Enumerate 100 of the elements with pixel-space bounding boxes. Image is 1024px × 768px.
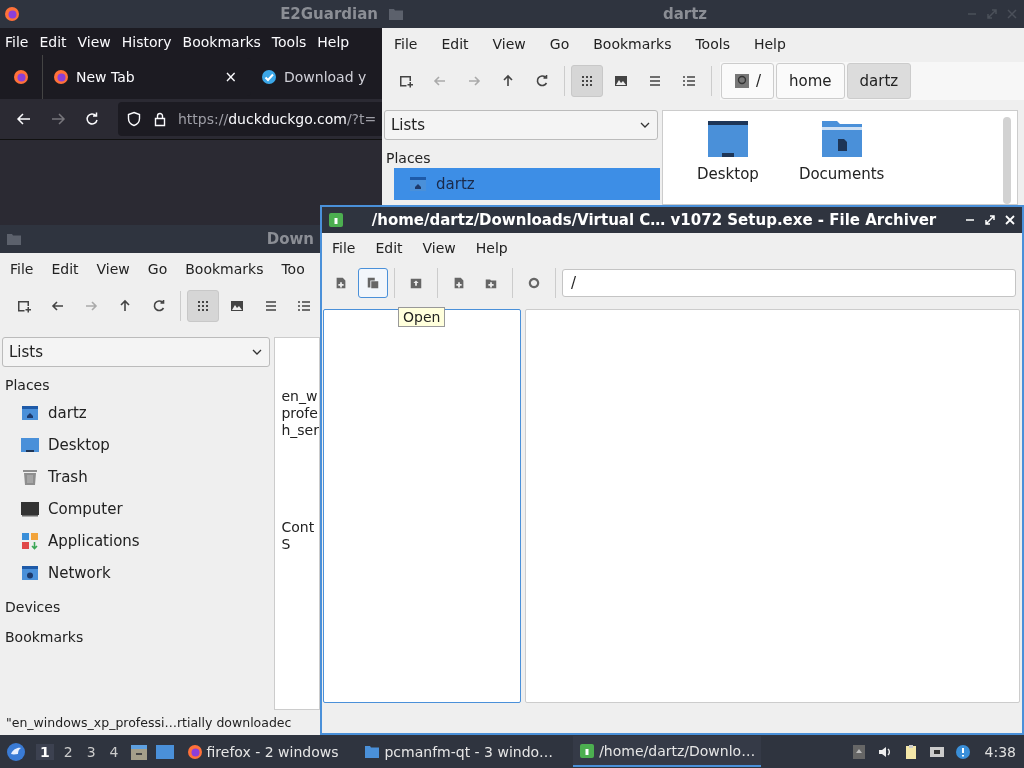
lists-dropdown[interactable]: Lists — [384, 110, 658, 140]
section-heading[interactable]: Devices — [2, 589, 273, 619]
menu-item[interactable]: Help — [465, 240, 518, 256]
menu-item[interactable]: Go — [138, 261, 177, 277]
sidebar-item[interactable]: Applications — [6, 525, 273, 557]
sidebar-item[interactable]: Trash — [6, 461, 273, 493]
new-file-icon — [334, 276, 348, 290]
menu-item[interactable]: Edit — [429, 36, 481, 52]
trash-icon — [20, 467, 40, 487]
reload-icon — [534, 73, 550, 89]
path-field[interactable]: / — [562, 269, 1016, 297]
workspace-button[interactable]: 1 — [36, 743, 54, 760]
forward-arrow-icon[interactable] — [50, 111, 66, 127]
lists-dropdown[interactable]: Lists — [2, 337, 271, 367]
taskbar-button[interactable]: firefox - 2 windows — [180, 736, 345, 767]
menu-item[interactable]: File — [322, 240, 366, 256]
sidebar-item[interactable]: dartz — [6, 397, 273, 429]
new-window-icon — [398, 73, 414, 89]
firefox-icon[interactable] — [13, 69, 29, 85]
menu-item[interactable]: Help — [741, 36, 798, 52]
status-text: "en_windows_xp_professi…rtially downloadec — [6, 715, 292, 730]
folder-item[interactable]: Desktop — [697, 119, 759, 204]
desktop-icon — [20, 435, 40, 455]
notification-icon[interactable] — [954, 743, 971, 760]
menu-item[interactable]: View — [412, 240, 466, 256]
close-tab-button[interactable]: × — [220, 68, 241, 86]
menu-item[interactable]: Go — [537, 36, 582, 52]
menu-item[interactable]: Tools — [271, 33, 307, 50]
menu-item[interactable]: View — [480, 36, 538, 52]
section-heading[interactable]: Bookmarks — [2, 619, 273, 649]
folder-item[interactable]: Documents — [798, 119, 885, 204]
menu-item[interactable]: File — [0, 261, 43, 277]
scrollbar-thumb[interactable] — [1003, 117, 1011, 204]
sidebar-item[interactable]: Network — [6, 557, 273, 589]
menu-item[interactable]: View — [87, 261, 139, 277]
clock[interactable]: 4:38 — [978, 743, 1024, 760]
desktop-folder-icon — [707, 119, 748, 159]
file-name[interactable]: Cont S — [281, 519, 315, 553]
archive-icon — [328, 212, 344, 228]
menu-item[interactable]: File — [382, 36, 430, 52]
workspace-button[interactable]: 4 — [105, 743, 123, 760]
network-folder-icon — [20, 563, 40, 583]
workspace-button[interactable]: 2 — [59, 743, 77, 760]
folder-icon — [364, 743, 381, 760]
sidebar-item[interactable]: dartz — [394, 168, 660, 200]
view-mode-button[interactable] — [187, 290, 219, 322]
detail-list-icon — [296, 298, 313, 314]
menu-item[interactable]: Help — [317, 33, 350, 50]
firefox-icon — [186, 743, 203, 760]
image-icon — [228, 298, 245, 314]
window-title: E2Guardian — [280, 5, 378, 23]
checkmark-icon — [261, 69, 277, 85]
view-mode-button[interactable] — [571, 65, 603, 97]
browser-tab[interactable]: Download y — [251, 58, 377, 96]
workspace-button[interactable]: 3 — [82, 743, 100, 760]
toolbar-button[interactable] — [358, 268, 388, 298]
folder-icon — [6, 231, 22, 247]
monitor-icon — [20, 499, 40, 519]
section-heading[interactable]: Places — [2, 367, 273, 397]
back-arrow-icon[interactable] — [16, 111, 32, 127]
menu-item[interactable]: View — [77, 33, 111, 50]
start-menu-icon[interactable] — [6, 741, 26, 762]
add-file-icon — [452, 276, 466, 290]
menu-item[interactable]: File — [5, 33, 29, 50]
documents-icon — [366, 276, 380, 290]
home-folder-icon — [20, 403, 40, 423]
sidebar-item[interactable]: Desktop — [6, 429, 273, 461]
menu-item[interactable]: History — [121, 33, 172, 50]
path-button[interactable]: dartz — [846, 63, 912, 99]
menu-item[interactable]: Too — [272, 261, 314, 277]
image-icon — [613, 73, 629, 89]
reload-icon[interactable] — [84, 111, 100, 127]
taskbar-button[interactable]: /home/dartz/Downlo… — [573, 736, 762, 767]
shield-icon — [126, 111, 142, 127]
documents-folder-icon — [821, 119, 862, 159]
file-name[interactable]: en_w profe h_ser — [281, 388, 319, 439]
menu-item[interactable]: Edit — [365, 240, 413, 256]
window-title: /home/dartz/Downloads/Virtual C… v1072 Setup.exe - File Archiver — [370, 211, 938, 229]
path-button[interactable]: / — [721, 63, 775, 99]
detail-list-icon — [681, 73, 697, 89]
applications-icon — [20, 531, 40, 551]
menu-item[interactable]: Edit — [42, 261, 88, 277]
list-icon — [647, 73, 663, 89]
extract-icon — [409, 276, 423, 290]
home-folder-icon — [408, 174, 428, 194]
menu-item[interactable]: Edit — [39, 33, 67, 50]
menu-item[interactable]: Bookmarks — [182, 33, 261, 50]
window-title: Down — [265, 230, 314, 248]
lock-icon — [152, 111, 168, 127]
sidebar-item[interactable]: Computer — [6, 493, 273, 525]
new-window-icon — [15, 298, 32, 314]
grid-icon — [579, 73, 595, 89]
taskbar-button[interactable]: pcmanfm-qt - 3 windo… — [358, 736, 560, 767]
menu-item[interactable]: Bookmarks — [581, 36, 684, 52]
archive-icon — [579, 742, 596, 759]
address-field[interactable]: https://duckduckgo.com/?t= — [118, 102, 382, 136]
section-heading: Places — [385, 149, 432, 168]
menu-item[interactable]: Tools — [683, 36, 742, 52]
path-button[interactable]: home — [776, 63, 845, 99]
menu-item[interactable]: Bookmarks — [176, 261, 273, 277]
